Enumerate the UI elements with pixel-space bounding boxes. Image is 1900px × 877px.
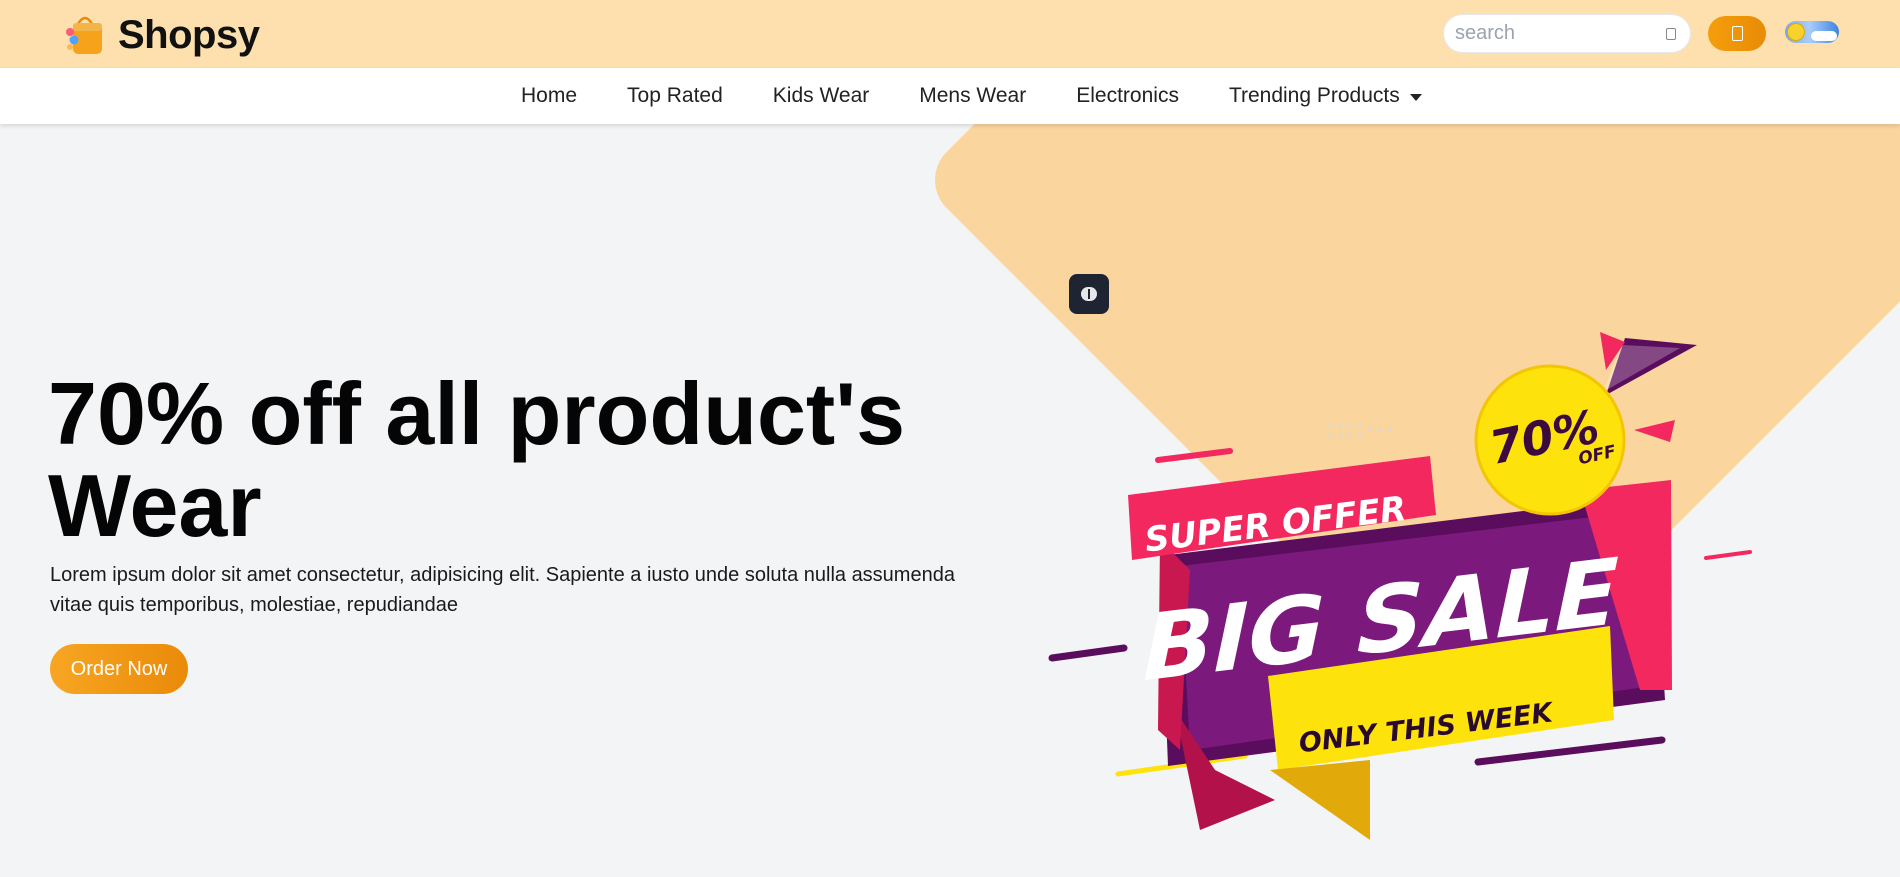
search-input[interactable] [1455,22,1655,45]
brain-icon [1081,287,1097,301]
main-nav: Home Top Rated Kids Wear Mens Wear Elect… [0,68,1900,124]
cart-button[interactable] [1708,16,1766,51]
search-icon[interactable] [1666,27,1676,40]
nav-item-trending-products[interactable]: Trending Products [1229,84,1422,108]
nav-item-top-rated[interactable]: Top Rated [627,84,723,108]
theme-toggle[interactable] [1785,21,1839,43]
brand[interactable]: Shopsy [60,10,260,60]
sale-banner: BIG SALE SUPER OFFER ONLY THIS WEEK 70% … [1040,330,1760,850]
caret-down-icon [1409,94,1422,101]
nav-item-mens-wear[interactable]: Mens Wear [919,84,1026,108]
nav-item-electronics[interactable]: Electronics [1076,84,1179,108]
hero-description: Lorem ipsum dolor sit amet consectetur, … [50,564,955,616]
brain-button[interactable] [1069,274,1109,314]
top-header: Shopsy [0,0,1900,68]
nav-item-trending-label: Trending Products [1228,84,1400,107]
hero-headline: 70% off all product's Wear [48,364,906,555]
cart-icon [1731,26,1743,41]
cloud-icon [1811,31,1837,41]
order-now-button[interactable]: Order Now [50,644,188,694]
sun-icon [1787,23,1805,41]
shopping-bag-icon [60,10,110,60]
search-box[interactable] [1443,14,1691,53]
brand-name: Shopsy [118,12,260,57]
nav-item-home[interactable]: Home [521,84,577,108]
nav-list: Home Top Rated Kids Wear Mens Wear Elect… [521,68,1422,124]
nav-item-kids-wear[interactable]: Kids Wear [773,84,869,108]
